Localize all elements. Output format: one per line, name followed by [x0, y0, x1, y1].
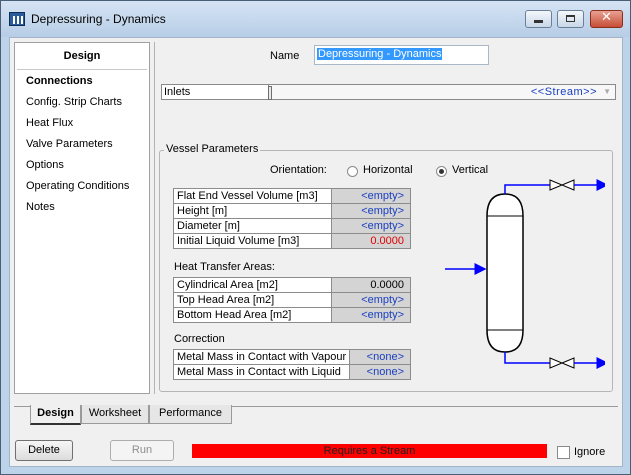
vessel-parameters-title: Vessel Parameters	[164, 143, 261, 155]
design-sidebar: Design Connections Config. Strip Charts …	[14, 42, 150, 394]
orientation-vertical-label[interactable]: Vertical	[452, 164, 488, 176]
row-label: Metal Mass in Contact with Liquid	[174, 365, 350, 379]
table-row: Metal Mass in Contact with Liquid <none>	[174, 365, 411, 380]
ignore-label[interactable]: Ignore	[574, 446, 605, 458]
splitter[interactable]	[154, 42, 155, 394]
cylindrical-area-value[interactable]: 0.0000	[332, 278, 411, 292]
delete-button[interactable]: Delete	[15, 440, 73, 461]
bottom-head-area-value[interactable]: <empty>	[332, 308, 411, 322]
table-row: Height [m] <empty>	[174, 204, 411, 219]
name-label: Name	[270, 50, 300, 62]
row-label: Initial Liquid Volume [m3]	[174, 234, 332, 248]
row-label: Top Head Area [m2]	[174, 293, 332, 307]
name-input-value: Depressuring - Dynamics	[317, 48, 443, 60]
vessel-diagram	[445, 179, 605, 369]
correction-table: Metal Mass in Contact with Vapour <none>…	[173, 349, 411, 380]
window-title: Depressuring - Dynamics	[31, 12, 166, 26]
heat-transfer-table: Cylindrical Area [m2] 0.0000 Top Head Ar…	[173, 277, 411, 323]
sidebar-item-heat-flux[interactable]: Heat Flux	[26, 117, 73, 129]
heat-transfer-title: Heat Transfer Areas:	[174, 261, 275, 273]
maximize-button[interactable]	[557, 10, 584, 28]
close-icon: ✕	[601, 10, 612, 25]
tab-design[interactable]: Design	[30, 405, 81, 425]
liquid-outlet-line	[504, 352, 550, 364]
title-bar[interactable]: Depressuring - Dynamics ✕	[1, 1, 630, 37]
vessel-shape	[486, 193, 524, 353]
sidebar-item-notes[interactable]: Notes	[26, 201, 55, 213]
row-label: Bottom Head Area [m2]	[174, 308, 332, 322]
liquid-valve-icon	[549, 357, 575, 369]
name-input[interactable]: Depressuring - Dynamics	[314, 45, 489, 65]
status-bar: Requires a Stream	[192, 444, 547, 458]
ignore-checkbox[interactable]	[557, 446, 570, 459]
run-button[interactable]: Run	[110, 440, 174, 461]
orientation-label: Orientation:	[270, 164, 327, 176]
correction-title: Correction	[174, 333, 225, 345]
inlets-stream-select[interactable]: <<Stream>>	[531, 85, 597, 99]
sidebar-title: Design	[17, 43, 147, 70]
inlets-row: Inlets <<Stream>> ▼	[161, 84, 616, 100]
inlets-splitter-handle[interactable]	[268, 86, 272, 100]
orientation-vertical-radio[interactable]	[436, 166, 447, 177]
row-label: Metal Mass in Contact with Vapour	[174, 350, 350, 364]
close-button[interactable]: ✕	[590, 10, 623, 28]
vapour-outlet-line	[504, 184, 550, 194]
metal-mass-liquid-value[interactable]: <none>	[350, 365, 411, 379]
flat-end-volume-value[interactable]: <empty>	[332, 189, 411, 203]
row-label: Flat End Vessel Volume [m3]	[174, 189, 332, 203]
diameter-value[interactable]: <empty>	[332, 219, 411, 233]
table-row: Metal Mass in Contact with Vapour <none>	[174, 350, 411, 365]
chevron-down-icon[interactable]: ▼	[603, 85, 611, 99]
row-label: Cylindrical Area [m2]	[174, 278, 332, 292]
sidebar-item-valve-parameters[interactable]: Valve Parameters	[26, 138, 113, 150]
table-row: Initial Liquid Volume [m3] 0.0000	[174, 234, 411, 249]
tab-performance[interactable]: Performance	[149, 405, 232, 424]
table-row: Bottom Head Area [m2] <empty>	[174, 308, 411, 323]
row-label: Diameter [m]	[174, 219, 332, 233]
sidebar-item-config-strip-charts[interactable]: Config. Strip Charts	[26, 96, 122, 108]
table-row: Top Head Area [m2] <empty>	[174, 293, 411, 308]
tab-worksheet[interactable]: Worksheet	[81, 405, 149, 424]
table-row: Cylindrical Area [m2] 0.0000	[174, 278, 411, 293]
maximize-icon	[566, 15, 575, 22]
client-area: Design Connections Config. Strip Charts …	[9, 37, 623, 467]
table-row: Flat End Vessel Volume [m3] <empty>	[174, 189, 411, 204]
inlets-label: Inlets	[162, 85, 269, 99]
dynamics-window: Depressuring - Dynamics ✕ Design Connect…	[0, 0, 631, 475]
initial-liquid-volume-value[interactable]: 0.0000	[332, 234, 411, 248]
row-label: Height [m]	[174, 204, 332, 218]
sidebar-item-options[interactable]: Options	[26, 159, 64, 171]
orientation-horizontal-radio[interactable]	[347, 166, 358, 177]
app-icon	[9, 12, 25, 26]
height-value[interactable]: <empty>	[332, 204, 411, 218]
vapour-valve-icon	[549, 179, 575, 191]
minimize-button[interactable]	[525, 10, 552, 28]
minimize-icon	[534, 20, 543, 23]
vessel-parameters-table: Flat End Vessel Volume [m3] <empty> Heig…	[173, 188, 411, 249]
orientation-horizontal-label[interactable]: Horizontal	[363, 164, 413, 176]
sidebar-item-connections[interactable]: Connections	[26, 75, 93, 87]
top-head-area-value[interactable]: <empty>	[332, 293, 411, 307]
sidebar-item-operating-conditions[interactable]: Operating Conditions	[26, 180, 129, 192]
table-row: Diameter [m] <empty>	[174, 219, 411, 234]
metal-mass-vapour-value[interactable]: <none>	[350, 350, 411, 364]
